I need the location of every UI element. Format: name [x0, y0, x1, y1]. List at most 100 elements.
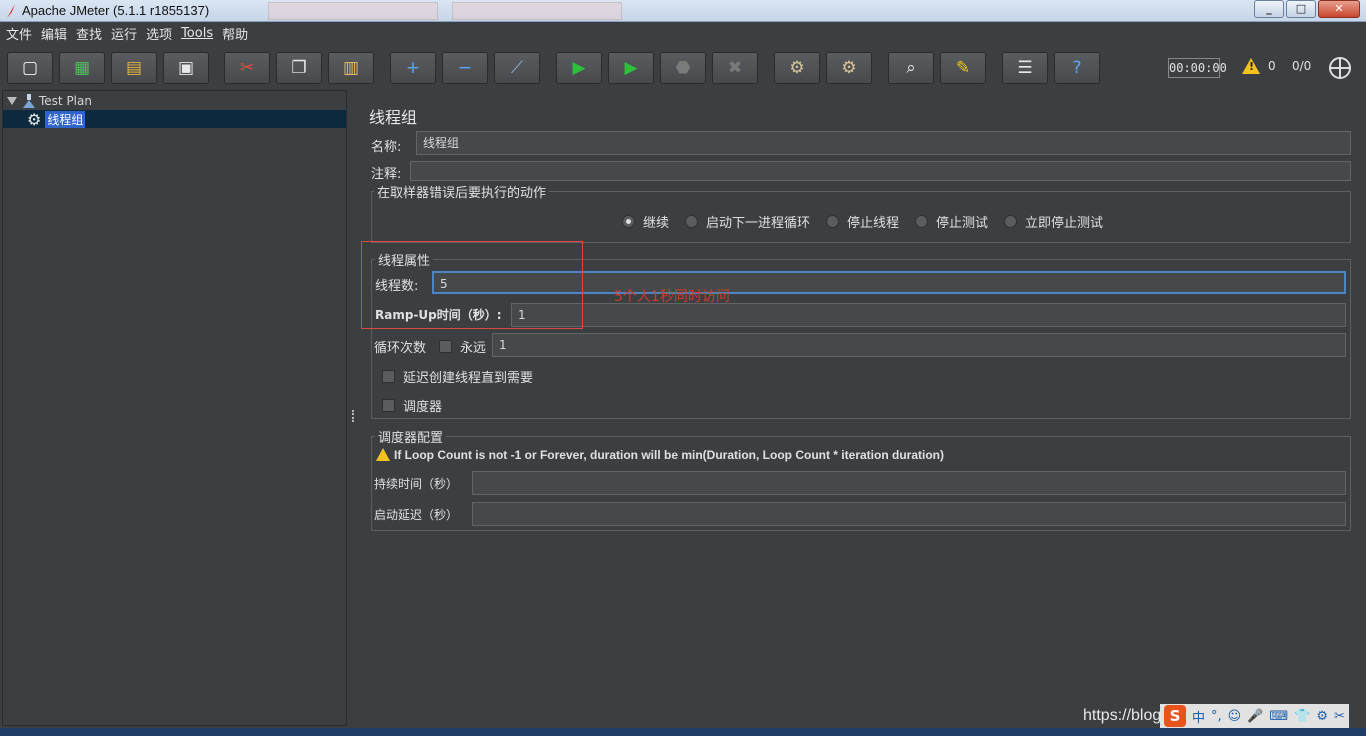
clear-all-button[interactable]: ⚙: [826, 52, 872, 84]
menu-options[interactable]: 选项: [146, 24, 172, 43]
radio-stop-thread[interactable]: 停止线程: [826, 212, 899, 231]
panel-splitter[interactable]: [349, 90, 357, 726]
copy-button[interactable]: ❐: [276, 52, 322, 84]
os-taskbar: [0, 728, 1366, 736]
radio-continue[interactable]: 继续: [622, 212, 669, 231]
ime-settings-icon[interactable]: ⚙: [1316, 709, 1328, 724]
menu-search[interactable]: 查找: [76, 24, 102, 43]
save-button[interactable]: ▣: [163, 52, 209, 84]
background-window-tab[interactable]: [452, 2, 622, 20]
rampup-field[interactable]: 1: [511, 303, 1346, 327]
delay-thread-creation-label: 延迟创建线程直到需要: [403, 371, 534, 386]
forever-checkbox[interactable]: 永远: [439, 337, 486, 356]
stop-button[interactable]: ⬣: [660, 52, 706, 84]
radio-stop-test-now[interactable]: 立即停止测试: [1004, 212, 1103, 231]
scheduler-config-title: 调度器配置: [375, 427, 447, 446]
clear-button[interactable]: ⚙: [774, 52, 820, 84]
minimize-button[interactable]: _: [1254, 0, 1284, 18]
window-controls: _ □ ✕: [1254, 0, 1360, 18]
duration-field[interactable]: [472, 471, 1346, 495]
collapse-button[interactable]: −: [442, 52, 488, 84]
background-window-tab[interactable]: [268, 2, 438, 20]
blog-watermark: https://blog: [1083, 707, 1162, 724]
scheduler-checkbox[interactable]: 调度器: [382, 396, 442, 415]
help-icon: ?: [1072, 57, 1082, 78]
collapse-icon: −: [457, 57, 473, 78]
start-no-pause-button[interactable]: ▶: [608, 52, 654, 84]
thread-group-panel: 线程组 名称: 线程组 注释: 在取样器错误后要执行的动作 继续 启动下一进程循…: [358, 90, 1366, 726]
toggle-button[interactable]: ⟋: [494, 52, 540, 84]
expand-button[interactable]: +: [390, 52, 436, 84]
clear-icon: ⚙: [789, 57, 805, 78]
comment-label: 注释:: [371, 167, 402, 182]
paste-button[interactable]: ▥: [328, 52, 374, 84]
scheduler-warning-text: If Loop Count is not -1 or Forever, dura…: [394, 448, 944, 462]
active-threads-ratio: 0/0: [1292, 59, 1312, 73]
ime-keyboard-icon[interactable]: ⌨: [1269, 709, 1288, 724]
save-icon: ▣: [177, 57, 195, 78]
name-label: 名称:: [371, 140, 402, 155]
open-icon: ▤: [125, 57, 143, 78]
radio-selected-icon: [622, 215, 635, 228]
reset-search-icon: ✎: [955, 57, 971, 78]
delay-thread-creation-checkbox[interactable]: 延迟创建线程直到需要: [382, 367, 533, 386]
loop-count-field[interactable]: 1: [492, 333, 1346, 357]
tree-node-label: Test Plan: [39, 94, 92, 108]
cut-icon: ✂: [239, 57, 255, 78]
ime-chinese-mode-icon[interactable]: 中: [1192, 707, 1205, 726]
startup-delay-field[interactable]: [472, 502, 1346, 526]
copy-icon: ❐: [291, 57, 307, 78]
start-no-pause-icon: ▶: [624, 57, 638, 78]
new-icon: ▢: [21, 57, 39, 78]
stop-icon: ⬣: [675, 57, 691, 78]
cut-button[interactable]: ✂: [224, 52, 270, 84]
error-log-indicator[interactable]: 0: [1242, 58, 1276, 74]
comment-field[interactable]: [410, 161, 1351, 181]
radio-start-next-loop[interactable]: 启动下一进程循环: [685, 212, 810, 231]
paste-icon: ▥: [342, 57, 360, 78]
shutdown-button[interactable]: ✖: [712, 52, 758, 84]
ime-skin-icon[interactable]: 👕: [1294, 709, 1310, 724]
jmeter-feather-icon: [7, 4, 15, 18]
open-button[interactable]: ▤: [111, 52, 157, 84]
ime-tools-icon[interactable]: ✂: [1334, 709, 1345, 724]
reset-search-button[interactable]: ✎: [940, 52, 986, 84]
expand-triangle-icon[interactable]: [7, 97, 17, 105]
tree-node-thread-group[interactable]: ⚙ 线程组: [3, 109, 346, 129]
radio-label: 继续: [643, 216, 670, 231]
start-button[interactable]: ▶: [556, 52, 602, 84]
tree-node-label: 线程组: [45, 110, 86, 128]
gear-icon: ⚙: [27, 109, 42, 129]
search-button[interactable]: ⌕: [888, 52, 934, 84]
tree-node-test-plan[interactable]: Test Plan: [7, 92, 92, 110]
menu-help[interactable]: 帮助: [222, 24, 248, 43]
maximize-button[interactable]: □: [1286, 0, 1316, 18]
menu-edit[interactable]: 编辑: [41, 24, 67, 43]
menu-tools[interactable]: Tools: [181, 26, 213, 41]
menu-run[interactable]: 运行: [111, 24, 137, 43]
startup-delay-label: 启动延迟（秒）: [374, 508, 459, 522]
error-action-title: 在取样器错误后要执行的动作: [374, 182, 550, 201]
function-helper-button[interactable]: ☰: [1002, 52, 1048, 84]
function-helper-icon: ☰: [1017, 57, 1033, 78]
warning-icon: [1242, 58, 1260, 74]
name-field[interactable]: 线程组: [416, 131, 1351, 155]
ime-punctuation-icon[interactable]: °,: [1211, 709, 1222, 724]
sogou-ime-icon[interactable]: S: [1164, 705, 1186, 727]
scheduler-warning-icon: [376, 448, 390, 461]
ime-tray: S 中 °, ☺ 🎤 ⌨ 👕 ⚙ ✂: [1160, 704, 1349, 728]
ime-emoji-icon[interactable]: ☺: [1228, 709, 1242, 724]
templates-button[interactable]: ▦: [59, 52, 105, 84]
menu-file[interactable]: 文件: [6, 24, 32, 43]
new-button[interactable]: ▢: [7, 52, 53, 84]
search-icon: ⌕: [906, 57, 916, 78]
annotation-text: 5个人1秒同时访问: [614, 289, 730, 305]
remote-engines-icon[interactable]: [1329, 57, 1351, 79]
radio-stop-test[interactable]: 停止测试: [915, 212, 988, 231]
help-button[interactable]: ?: [1054, 52, 1100, 84]
window-title: Apache JMeter (5.1.1 r1855137): [22, 3, 210, 18]
close-button[interactable]: ✕: [1318, 0, 1360, 18]
radio-unselected-icon: [915, 215, 928, 228]
ime-voice-icon[interactable]: 🎤: [1247, 709, 1263, 724]
forever-label: 永远: [460, 341, 487, 356]
